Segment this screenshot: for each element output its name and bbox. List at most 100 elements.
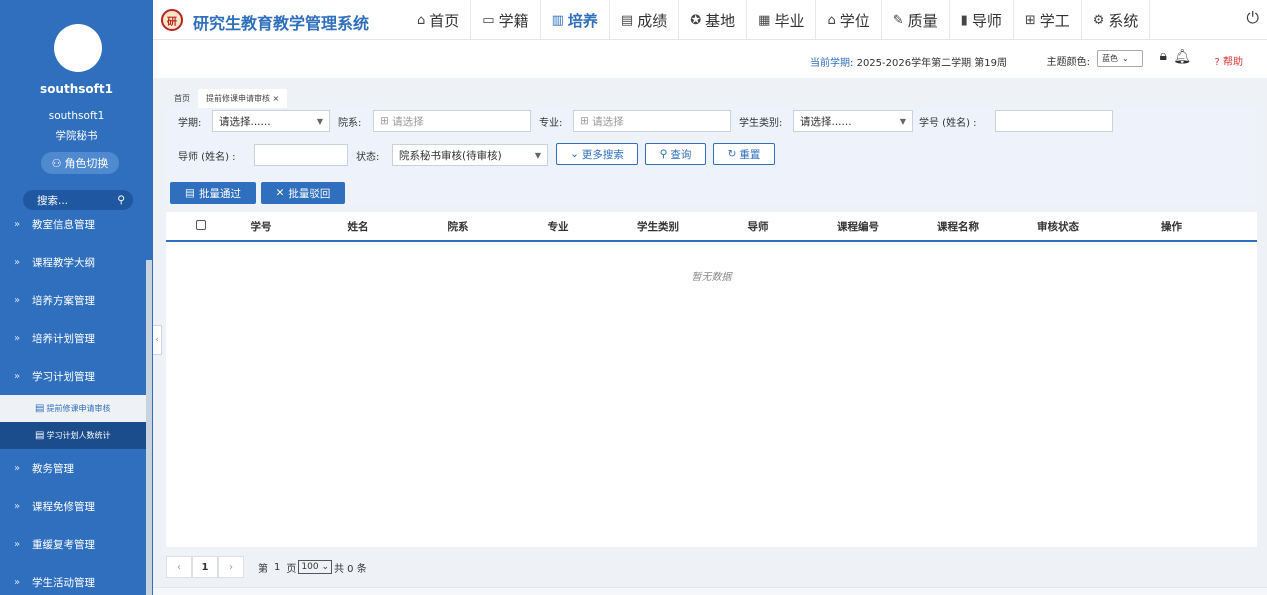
tutor-filter-label: 导师 (姓名) : [178,152,236,163]
batch-reject-button[interactable]: ✕ 批量驳回 [261,182,345,204]
power-icon[interactable]: ⏻ [1246,8,1259,28]
badge-icon: ✪ [690,12,702,28]
sidebar-item-retake[interactable]: » 重缓复考管理 [0,525,146,563]
lock-icon[interactable]: 🔒︎ [1160,48,1167,64]
user-display-name: southsoft1 [40,82,113,96]
column-header[interactable]: 操作 [1086,219,1257,234]
double-chevron-icon: » [14,294,21,306]
double-chevron-down-icon: ⌄ [570,148,579,160]
double-chevron-icon: » [14,462,21,474]
page-tabs: 首页 提前修课申请审核 × [166,88,288,108]
tab-current[interactable]: 提前修课申请审核 × [198,89,288,108]
more-search-button[interactable]: ⌄ 更多搜索 [556,143,638,165]
student-type-label: 学生类别: [739,118,783,129]
edit-icon: ✎ [892,12,904,28]
nav-quality[interactable]: ✎ 质量 [882,0,950,40]
top-bar: 研 研究生教育教学管理系统 ⌂ 首页 ▭ 学籍 ▥ 培养 ▤ 成绩 ✪ 基地 ▦ 毕业 ⌂ 学… [153,0,1267,40]
table-header: 学号 姓名 院系 专业 学生类别 导师 课程编号 课程名称 审核状态 操作 [166,212,1257,242]
filter-panel: 学期: 请选择...... ▼ 院系: ⊞ 请选择 专业: ⊞ 请选择 学生类别:… [166,108,1257,206]
double-chevron-icon: » [14,500,21,512]
help-link[interactable]: ? 帮助 [1215,53,1244,68]
column-header[interactable]: 院系 [430,219,486,234]
reset-button[interactable]: ↻ 重置 [713,143,775,165]
sidebar-item-academic-affairs[interactable]: » 教务管理 [0,449,146,487]
nav-tutor[interactable]: ▮ 导师 [950,0,1014,40]
page-size-select[interactable]: 100 ⌄ [298,560,332,574]
nav-degree[interactable]: ⌂ 学位 [816,0,882,40]
nav-graduation[interactable]: ▦ 毕业 [747,0,817,40]
sidebar-scrollbar[interactable] [146,260,152,595]
certificate-icon: ▦ [758,12,771,28]
app-title: 研究生教育教学管理系统 [193,14,370,33]
bottom-scrollbar[interactable] [153,587,1267,595]
column-header[interactable]: 课程名称 [886,219,1030,234]
pagination: ‹ 1 › 第 1 页 100 ⌄ 共 0 条 [166,556,367,578]
double-chevron-icon: » [14,218,21,230]
theme-color-select[interactable]: 蓝色 ⌄ [1097,50,1143,67]
student-type-select[interactable]: 请选择...... ▼ [793,110,913,132]
sidebar-item-plan[interactable]: » 培养计划管理 [0,319,146,357]
document-icon: ▤ [35,403,45,414]
search-icon: ⚲ [659,148,668,160]
term-select[interactable]: 请选择...... ▼ [212,110,330,132]
double-chevron-icon: » [14,256,21,268]
user-switch-icon: ⚇ [51,156,62,170]
sidebar-menu: » 教室信息管理 » 课程教学大纲 » 培养方案管理 » 培养计划管理 » 学习计划管理 … [0,205,146,595]
tutor-input[interactable] [254,144,348,166]
nav-home[interactable]: ⌂ 首页 [406,0,472,40]
select-all-checkbox[interactable] [196,219,206,230]
column-header[interactable]: 课程编号 [830,219,886,234]
total-count: 共 0 条 [333,563,367,575]
chevron-left-icon: ‹ [177,561,181,573]
nav-student-work[interactable]: ⊞ 学工 [1014,0,1082,40]
close-icon[interactable]: × [273,94,280,103]
bell-icon[interactable]: 🔔︎ [1173,49,1191,65]
nav-training[interactable]: ▥ 培养 [541,0,610,40]
sidebar-subitem-early-course-review[interactable]: ▤ 提前修课申请审核 [0,395,146,422]
sidebar-collapse-toggle[interactable]: ‹ [153,325,162,355]
student-no-input[interactable] [995,110,1113,132]
query-button[interactable]: ⚲ 查询 [645,143,706,165]
page-input[interactable]: 1 [274,562,280,573]
sidebar-item-exemption[interactable]: » 课程免修管理 [0,487,146,525]
tab-home[interactable]: 首页 [166,89,198,108]
refresh-icon: ↻ [727,148,737,160]
batch-pass-button[interactable]: ▤ 批量通过 [170,182,256,204]
theme-color-label: 主题颜色: [1046,57,1090,68]
nav-base[interactable]: ✪ 基地 [679,0,748,40]
id-card-icon: ▭ [482,12,495,28]
major-select[interactable]: ⊞ 请选择 [573,110,731,132]
home-icon: ⌂ [417,12,426,28]
avatar[interactable] [54,24,102,72]
column-header[interactable]: 姓名 [286,219,430,234]
dept-select[interactable]: ⊞ 请选择 [373,110,531,132]
page-number-button[interactable]: 1 [192,556,218,578]
status-select[interactable]: 院系秘书审核(待审核) ▼ [392,144,548,166]
sidebar-item-program[interactable]: » 培养方案管理 [0,281,146,319]
nav-scores[interactable]: ▤ 成绩 [610,0,680,40]
column-header[interactable]: 学生类别 [630,219,686,234]
grid-icon: ⊞ [580,115,593,127]
column-header[interactable]: 导师 [686,219,830,234]
graduation-cap-icon: ⌂ [827,12,836,28]
sidebar-item-study-plan[interactable]: » 学习计划管理 [0,357,146,395]
column-header[interactable]: 审核状态 [1030,219,1086,234]
book-icon: ▥ [551,12,564,28]
prev-page-button[interactable]: ‹ [166,556,192,578]
report-icon: ▤ [620,12,634,28]
sidebar-subitem-study-plan-stats[interactable]: ▤ 学习计划人数统计 [0,422,146,449]
user-role: 学院秘书 [55,130,98,142]
major-filter-label: 专业: [539,118,563,129]
sidebar-item-classroom[interactable]: » 教室信息管理 [0,205,146,243]
role-switch-button[interactable]: ⚇ 角色切换 [41,152,119,174]
nav-system[interactable]: ⚙ 系统 [1082,0,1151,40]
sidebar-item-activities[interactable]: » 学生活动管理 [0,563,146,595]
main-nav: ⌂ 首页 ▭ 学籍 ▥ 培养 ▤ 成绩 ✪ 基地 ▦ 毕业 ⌂ 学位 ✎ 质量 ▮ 导师 ⊞ 学工 … [406,0,1151,40]
column-header[interactable]: 学号 [236,219,286,234]
nav-status[interactable]: ▭ 学籍 [471,0,541,40]
next-page-button[interactable]: › [218,556,244,578]
column-header[interactable]: 专业 [486,219,630,234]
chevron-right-icon: › [229,561,233,573]
page-label: 第 [258,563,268,575]
sidebar-item-syllabus[interactable]: » 课程教学大纲 [0,243,146,281]
